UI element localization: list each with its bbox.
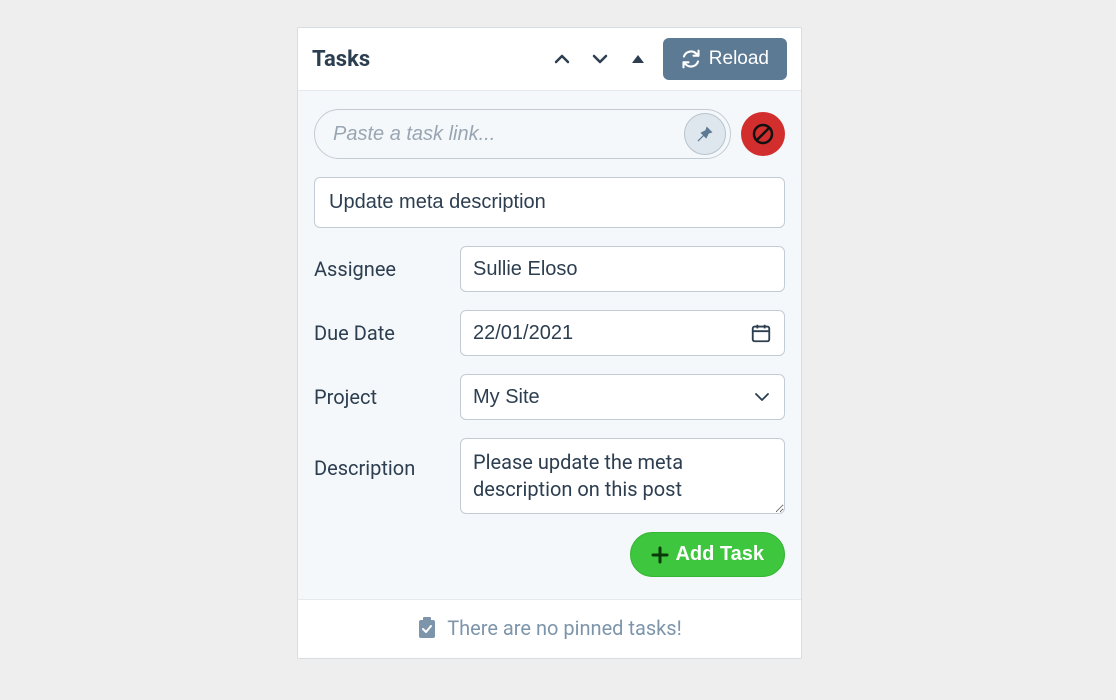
- project-field-wrap[interactable]: [460, 374, 785, 420]
- duedate-row: Due Date: [314, 310, 785, 356]
- pin-icon: [695, 124, 715, 144]
- description-input[interactable]: [460, 438, 785, 514]
- collapse-button[interactable]: [627, 48, 649, 70]
- move-up-button[interactable]: [551, 48, 573, 70]
- nav-arrows: [551, 48, 649, 70]
- action-row: Add Task: [314, 532, 785, 577]
- add-task-button[interactable]: Add Task: [630, 532, 785, 577]
- duedate-input[interactable]: [473, 322, 742, 345]
- clipboard-check-icon: [417, 617, 437, 639]
- triangle-up-icon: [629, 50, 647, 68]
- panel-footer: There are no pinned tasks!: [298, 599, 801, 658]
- duedate-field-wrap[interactable]: [460, 310, 785, 356]
- add-task-label: Add Task: [675, 543, 764, 566]
- reload-button[interactable]: Reload: [663, 38, 787, 80]
- search-row: [298, 91, 801, 173]
- cancel-button[interactable]: [741, 112, 785, 156]
- project-select[interactable]: [473, 386, 744, 409]
- duedate-label: Due Date: [314, 321, 446, 345]
- panel-title: Tasks: [312, 47, 370, 72]
- assignee-field-wrap[interactable]: [460, 246, 785, 292]
- calendar-icon[interactable]: [750, 322, 772, 344]
- pin-button[interactable]: [684, 113, 726, 155]
- reload-icon: [681, 49, 701, 69]
- task-link-field-wrap: [314, 109, 731, 159]
- plus-icon: [651, 546, 669, 564]
- panel-header: Tasks Reload: [298, 28, 801, 91]
- chevron-up-icon: [552, 49, 572, 69]
- description-label: Description: [314, 438, 446, 480]
- project-row: Project: [314, 374, 785, 420]
- chevron-down-icon: [590, 49, 610, 69]
- task-form: Assignee Due Date Project: [298, 173, 801, 599]
- tasks-panel: Tasks Reload: [297, 27, 802, 659]
- reload-label: Reload: [709, 48, 769, 70]
- task-title-input[interactable]: [314, 177, 785, 228]
- project-label: Project: [314, 385, 446, 409]
- description-row: Description: [314, 438, 785, 514]
- task-link-input[interactable]: [333, 123, 684, 146]
- assignee-row: Assignee: [314, 246, 785, 292]
- cancel-icon: [751, 122, 775, 146]
- move-down-button[interactable]: [589, 48, 611, 70]
- assignee-label: Assignee: [314, 257, 446, 281]
- empty-state-text: There are no pinned tasks!: [447, 616, 682, 640]
- assignee-input[interactable]: [473, 258, 772, 281]
- chevron-down-icon: [752, 387, 772, 407]
